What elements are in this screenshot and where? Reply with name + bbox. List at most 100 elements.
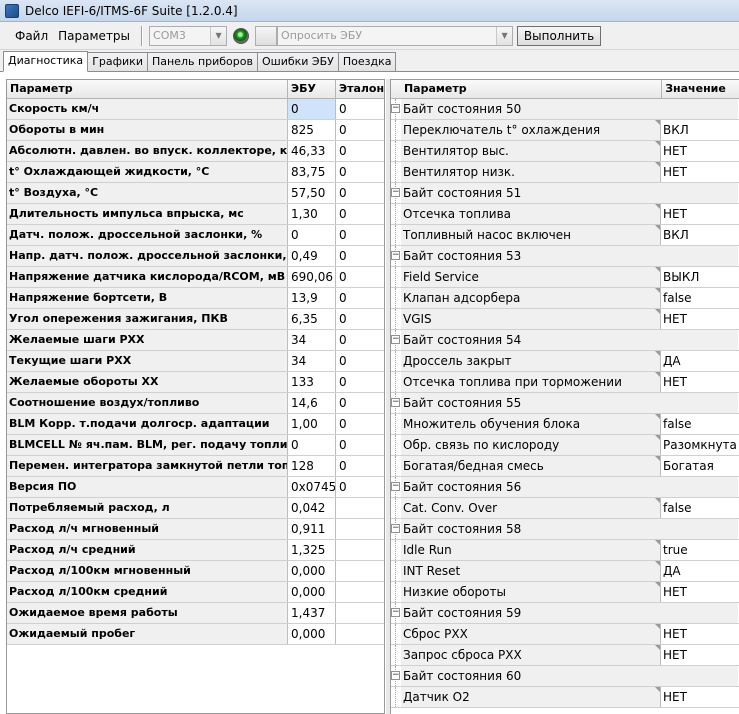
tab-3[interactable]: Панель приборов — [146, 52, 258, 71]
column-value[interactable]: Значение — [662, 80, 739, 98]
collapse-icon[interactable]: − — [391, 608, 400, 617]
chevron-down-icon[interactable]: ▼ — [496, 26, 513, 45]
status-group-row[interactable]: − Байт состояния 50 — [391, 99, 739, 120]
status-item-row[interactable]: Field Service ВЫКЛ — [391, 267, 739, 288]
ecu-value[interactable]: 0,911 — [288, 519, 336, 539]
collapse-icon[interactable]: − — [391, 188, 400, 197]
table-row[interactable]: Датч. полож. дроссельной заслонки, % 0 0 — [7, 225, 384, 246]
table-row[interactable]: Версия ПО 0x0745 0 — [7, 477, 384, 498]
table-row[interactable]: Желаемые шаги РХХ 34 0 — [7, 330, 384, 351]
status-item-row[interactable]: Датчик О2 НЕТ — [391, 687, 739, 708]
reference-value[interactable]: 0 — [336, 162, 384, 182]
collapse-icon[interactable]: − — [391, 524, 400, 533]
reference-value[interactable]: 0 — [336, 477, 384, 497]
ecu-value[interactable]: 1,325 — [288, 540, 336, 560]
reference-value[interactable] — [336, 498, 384, 518]
reference-value[interactable]: 0 — [336, 372, 384, 392]
status-item-row[interactable]: Топливный насос включен ВКЛ — [391, 225, 739, 246]
status-item-row[interactable]: Idle Run true — [391, 540, 739, 561]
collapse-icon[interactable]: − — [391, 671, 400, 680]
status-item-row[interactable]: Cat. Conv. Over false — [391, 498, 739, 519]
tab-4[interactable]: Ошибки ЭБУ — [256, 52, 339, 71]
status-item-row[interactable]: Сброс РХХ НЕТ — [391, 624, 739, 645]
reference-value[interactable]: 0 — [336, 120, 384, 140]
status-item-row[interactable]: Клапан адсорбера false — [391, 288, 739, 309]
status-item-row[interactable]: Низкие обороты НЕТ — [391, 582, 739, 603]
reference-value[interactable]: 0 — [336, 351, 384, 371]
status-item-row[interactable]: Запрос сброса РХХ НЕТ — [391, 645, 739, 666]
table-row[interactable]: Расход л/100км мгновенный 0,000 — [7, 561, 384, 582]
ecu-value[interactable]: 128 — [288, 456, 336, 476]
ecu-value[interactable]: 6,35 — [288, 309, 336, 329]
status-item-row[interactable]: Вентилятор выс. НЕТ — [391, 141, 739, 162]
column-reference[interactable]: Эталон — [336, 80, 384, 98]
ecu-value[interactable]: 825 — [288, 120, 336, 140]
status-item-row[interactable]: Обр. связь по кислороду Разомкнута — [391, 435, 739, 456]
query-select[interactable]: Опросить ЭБУ ▼ — [277, 25, 514, 46]
reference-value[interactable] — [336, 519, 384, 539]
status-group-row[interactable]: − Байт состояния 53 — [391, 246, 739, 267]
reference-value[interactable]: 0 — [336, 309, 384, 329]
table-row[interactable]: Текущие шаги РХХ 34 0 — [7, 351, 384, 372]
chevron-down-icon[interactable]: ▼ — [210, 26, 227, 45]
reference-value[interactable]: 0 — [336, 267, 384, 287]
ecu-value[interactable]: 13,9 — [288, 288, 336, 308]
table-row[interactable]: Напряжение датчика кислорода/RCOM, мВ 690… — [7, 267, 384, 288]
ecu-value[interactable]: 57,50 — [288, 183, 336, 203]
tab-5[interactable]: Поездка — [337, 52, 397, 71]
table-row[interactable]: BLM Корр. т.подачи долгоср. адаптации 1,0… — [7, 414, 384, 435]
column-parameter[interactable]: Параметр — [7, 80, 288, 98]
port-select[interactable]: COM3 ▼ — [149, 25, 228, 46]
ecu-value[interactable]: 34 — [288, 330, 336, 350]
reference-value[interactable]: 0 — [336, 435, 384, 455]
collapse-icon[interactable]: − — [391, 335, 400, 344]
table-row[interactable]: t° Охлаждающей жидкости, °C 83,75 0 — [7, 162, 384, 183]
ecu-value[interactable]: 0,000 — [288, 624, 336, 644]
ecu-value[interactable]: 0 — [288, 99, 336, 119]
toggle-button[interactable] — [255, 25, 278, 46]
table-row[interactable]: t° Воздуха, °C 57,50 0 — [7, 183, 384, 204]
table-row[interactable]: Соотношение воздух/топливо 14,6 0 — [7, 393, 384, 414]
ecu-value[interactable]: 1,00 — [288, 414, 336, 434]
reference-value[interactable]: 0 — [336, 246, 384, 266]
tab-1[interactable]: Диагностика — [3, 51, 89, 72]
ecu-value[interactable]: 133 — [288, 372, 336, 392]
ecu-value[interactable]: 34 — [288, 351, 336, 371]
parameters-grid[interactable]: Параметр ЭБУ Эталон Скорость км/ч 0 0 Оборо… — [6, 79, 385, 714]
ecu-value[interactable]: 0,49 — [288, 246, 336, 266]
status-item-row[interactable]: Вентилятор низк. НЕТ — [391, 162, 739, 183]
collapse-icon[interactable]: − — [391, 482, 400, 491]
reference-value[interactable]: 0 — [336, 183, 384, 203]
status-item-row[interactable]: Переключатель t° охлаждения ВКЛ — [391, 120, 739, 141]
ecu-value[interactable]: 0,042 — [288, 498, 336, 518]
reference-value[interactable] — [336, 540, 384, 560]
reference-value[interactable]: 0 — [336, 330, 384, 350]
table-row[interactable]: Абсолютн. давлен. во впуск. коллекторе, … — [7, 141, 384, 162]
reference-value[interactable]: 0 — [336, 99, 384, 119]
reference-value[interactable] — [336, 582, 384, 602]
reference-value[interactable]: 0 — [336, 141, 384, 161]
ecu-value[interactable]: 0,000 — [288, 582, 336, 602]
status-group-row[interactable]: − Байт состояния 60 — [391, 666, 739, 687]
ecu-value[interactable]: 0x0745 — [288, 477, 336, 497]
ecu-value[interactable]: 0,000 — [288, 561, 336, 581]
status-item-row[interactable]: INT Reset ДА — [391, 561, 739, 582]
status-item-row[interactable]: Богатая/бедная смесь Богатая — [391, 456, 739, 477]
reference-value[interactable]: 0 — [336, 393, 384, 413]
table-row[interactable]: Длительность импульса впрыска, мс 1,30 0 — [7, 204, 384, 225]
ecu-value[interactable]: 0 — [288, 225, 336, 245]
collapse-icon[interactable]: − — [391, 398, 400, 407]
ecu-value[interactable]: 690,06 — [288, 267, 336, 287]
execute-button[interactable]: Выполнить — [517, 25, 602, 46]
ecu-value[interactable]: 1,30 — [288, 204, 336, 224]
table-row[interactable]: Ожидаемый пробег 0,000 — [7, 624, 384, 645]
reference-value[interactable] — [336, 624, 384, 644]
table-row[interactable]: Обороты в мин 825 0 — [7, 120, 384, 141]
table-row[interactable]: Напряжение бортсети, В 13,9 0 — [7, 288, 384, 309]
status-item-row[interactable]: VGIS НЕТ — [391, 309, 739, 330]
column-ecu[interactable]: ЭБУ — [288, 80, 336, 98]
table-row[interactable]: Угол опережения зажигания, ПКВ 6,35 0 — [7, 309, 384, 330]
reference-value[interactable] — [336, 561, 384, 581]
reference-value[interactable]: 0 — [336, 288, 384, 308]
table-row[interactable]: Желаемые обороты ХХ 133 0 — [7, 372, 384, 393]
